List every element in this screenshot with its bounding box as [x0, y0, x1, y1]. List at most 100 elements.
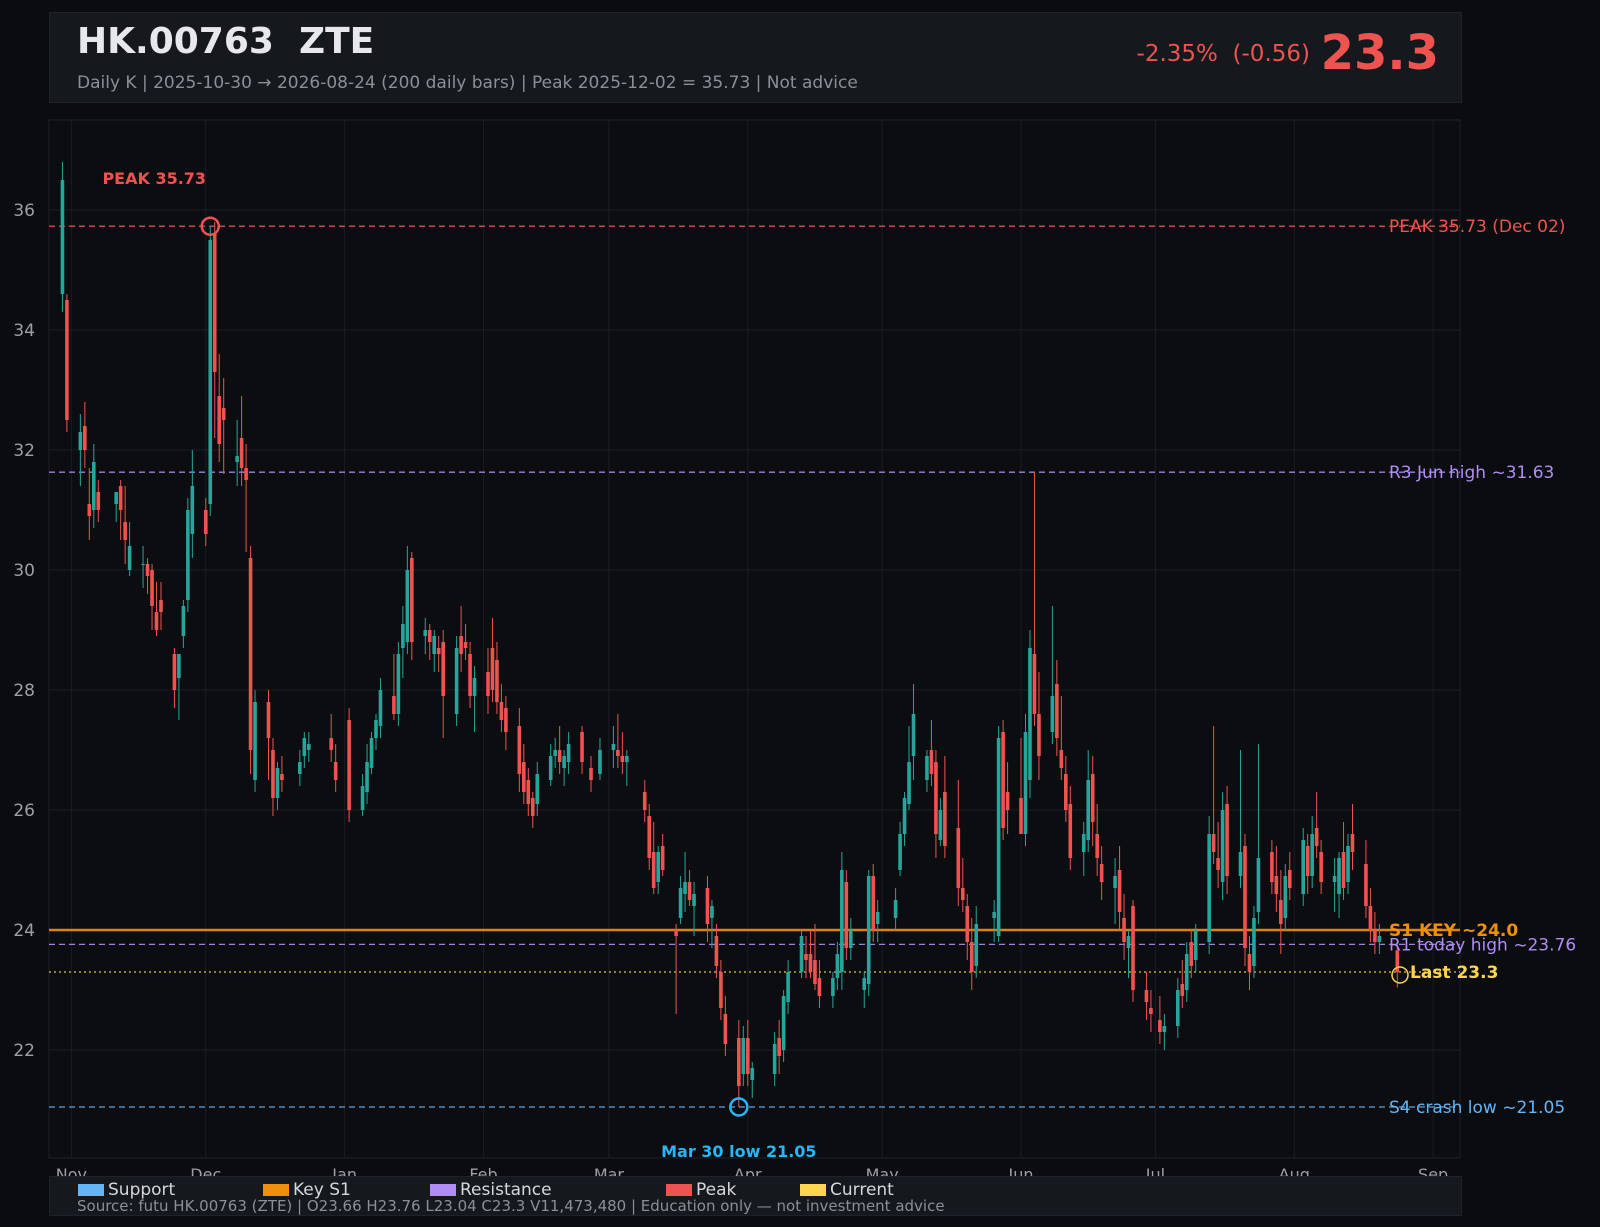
- candle-body: [1211, 834, 1216, 852]
- candle-body: [557, 750, 562, 762]
- candle-body: [1364, 864, 1368, 906]
- candle-body: [1113, 876, 1117, 888]
- candle-body: [530, 798, 535, 816]
- candle-body: [781, 996, 786, 1050]
- candle-body: [522, 762, 526, 792]
- candle-body: [831, 978, 835, 996]
- legend-swatch: [78, 1184, 104, 1196]
- candle-body: [208, 240, 213, 504]
- candle-body: [91, 462, 96, 510]
- candle-body: [1081, 834, 1086, 852]
- candle-body: [687, 882, 692, 900]
- candle-body: [580, 732, 584, 762]
- candle-body: [1373, 930, 1377, 942]
- candle-body: [808, 954, 813, 972]
- candle-body: [844, 882, 849, 948]
- candle-body: [625, 756, 629, 762]
- candle-body: [60, 180, 65, 294]
- candle-body: [642, 792, 647, 810]
- candle-body: [410, 558, 414, 642]
- level-label-last: Last 23.3: [1410, 963, 1498, 983]
- x-tick-label: Aug: [1279, 1165, 1310, 1176]
- candle-body: [401, 624, 405, 648]
- candle-body: [432, 636, 437, 654]
- candle-body: [1243, 846, 1247, 948]
- candle-body: [1032, 654, 1037, 714]
- x-tick-label: Nov: [56, 1165, 87, 1176]
- candle-body: [1270, 852, 1274, 882]
- candle-body: [244, 468, 248, 480]
- candle-body: [150, 570, 154, 606]
- candle-body: [866, 876, 871, 984]
- legend-swatch: [430, 1184, 456, 1196]
- candle-body: [934, 762, 938, 834]
- candle-body: [526, 780, 531, 804]
- candle-body: [875, 912, 880, 924]
- candle-body: [925, 756, 929, 780]
- candle-body: [1314, 828, 1319, 846]
- candle-body: [396, 654, 401, 714]
- candle-body: [1216, 858, 1220, 870]
- level-label-s4: S4 crash low ~21.05: [1389, 1098, 1565, 1118]
- candle-body: [656, 852, 660, 882]
- candle-body: [1023, 732, 1028, 834]
- candle-body: [329, 738, 333, 750]
- candle-body: [190, 486, 195, 534]
- candle-body: [118, 486, 123, 510]
- candle-body: [705, 888, 710, 924]
- y-tick-label: 28: [13, 681, 35, 701]
- candle-body: [65, 300, 69, 420]
- candle-body: [427, 630, 432, 642]
- x-tick-label: May: [866, 1165, 899, 1176]
- candle-body: [786, 972, 790, 1002]
- candle-body: [1377, 936, 1382, 942]
- candle-body: [203, 510, 208, 534]
- candle-body: [1301, 840, 1306, 894]
- candle-body: [965, 906, 970, 942]
- legend-swatch: [263, 1184, 289, 1196]
- candle-body: [553, 750, 557, 756]
- candle-body: [1158, 1020, 1162, 1032]
- candle-body: [1225, 804, 1229, 876]
- candle-body: [804, 954, 808, 960]
- candle-body: [611, 744, 616, 750]
- candle-body: [1059, 750, 1064, 768]
- candle-body: [96, 492, 101, 510]
- candle-body: [154, 612, 159, 630]
- candle-body: [454, 648, 459, 714]
- candle-body: [181, 606, 186, 636]
- candle-body: [969, 942, 974, 972]
- candle-body: [1037, 714, 1041, 756]
- candle-body: [1001, 732, 1005, 828]
- candle-body: [369, 738, 374, 768]
- candle-body: [1050, 696, 1055, 732]
- candle-body: [298, 762, 302, 774]
- candle-body: [186, 510, 190, 600]
- candle-body: [1180, 984, 1185, 996]
- candle-body: [548, 756, 553, 780]
- candle-body: [486, 672, 490, 696]
- candle-body: [405, 570, 410, 642]
- candle-body: [974, 924, 979, 966]
- candle-body: [750, 1068, 755, 1080]
- candle-body: [616, 750, 620, 756]
- candle-body: [996, 738, 1001, 936]
- candle-body: [123, 522, 127, 540]
- low-marker-label: Mar 30 low 21.05: [661, 1142, 816, 1161]
- candle-body: [692, 894, 696, 906]
- x-tick-label: Apr: [734, 1165, 762, 1176]
- candle-body: [1086, 780, 1091, 840]
- candle-body: [472, 678, 477, 696]
- candle-body: [1193, 930, 1198, 960]
- candle-body: [239, 438, 244, 468]
- candle-body: [849, 930, 853, 948]
- plot-area: [48, 119, 1461, 1159]
- candle-body: [835, 954, 840, 978]
- candle-body: [517, 726, 522, 774]
- candle-body: [1019, 798, 1023, 834]
- candle-body: [737, 1038, 741, 1086]
- x-tick-label: Sep: [1418, 1165, 1448, 1176]
- x-tick-label: Mar: [594, 1165, 625, 1176]
- candle-body: [307, 744, 311, 750]
- candle-body: [275, 768, 280, 798]
